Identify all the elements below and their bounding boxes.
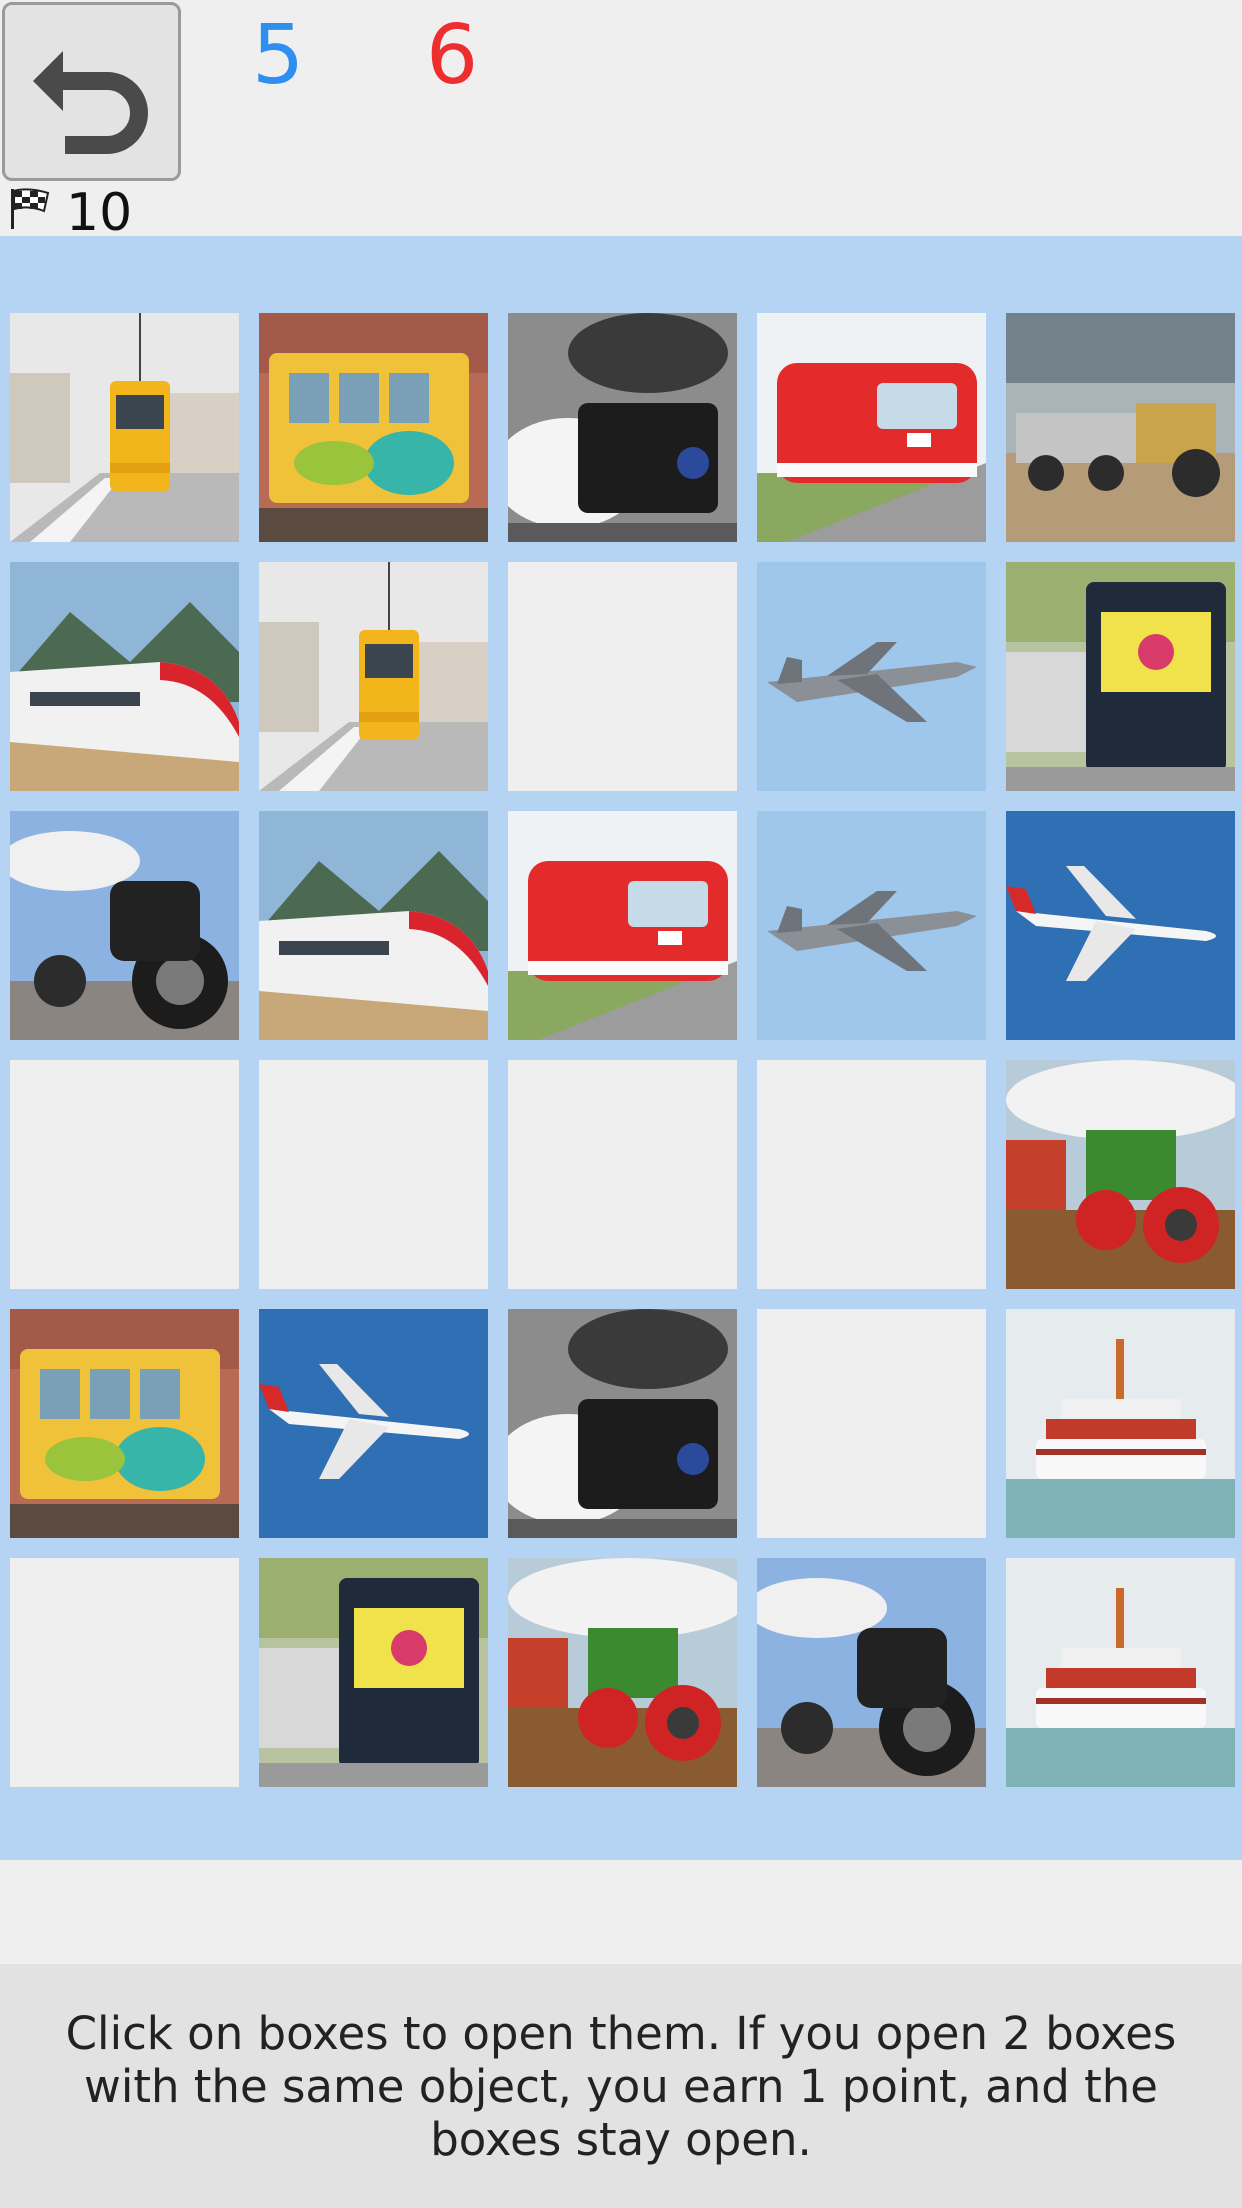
tile-tractor[interactable]	[508, 1558, 737, 1787]
tile-tram-yellow[interactable]	[259, 562, 488, 791]
tile-steam-locomotive[interactable]	[508, 1309, 737, 1538]
tile-airliner[interactable]	[259, 1309, 488, 1538]
tile-diesel-locomotive[interactable]	[259, 1558, 488, 1787]
player-blue-score: 5	[252, 8, 305, 103]
tile-tractor[interactable]	[1006, 1060, 1235, 1289]
tile-tram-yellow[interactable]	[10, 313, 239, 542]
dump-truck-image	[1006, 313, 1235, 542]
tile-closed[interactable]	[757, 1309, 986, 1538]
tile-fighter-jet[interactable]	[757, 562, 986, 791]
tile-red-train[interactable]	[508, 811, 737, 1040]
instructions-text: Click on boxes to open them. If you open…	[65, 2006, 1177, 2166]
top-bar: 5 6 10	[0, 0, 1242, 243]
tram-yellow-image	[259, 562, 488, 791]
bullet-train-image	[10, 562, 239, 791]
tile-closed[interactable]	[10, 1060, 239, 1289]
tile-closed[interactable]	[259, 1060, 488, 1289]
tile-tram-graffiti[interactable]	[259, 313, 488, 542]
airliner-image	[259, 1309, 488, 1538]
tile-closed[interactable]	[757, 1060, 986, 1289]
tile-motorcycle[interactable]	[10, 811, 239, 1040]
game-board	[0, 236, 1242, 1860]
steam-locomotive-image	[508, 313, 737, 542]
instructions-panel: Click on boxes to open them. If you open…	[0, 1964, 1242, 2208]
tile-bullet-train[interactable]	[259, 811, 488, 1040]
tile-dump-truck[interactable]	[1006, 313, 1235, 542]
tile-closed[interactable]	[10, 1558, 239, 1787]
diesel-locomotive-image	[1006, 562, 1235, 791]
tractor-image	[1006, 1060, 1235, 1289]
motorcycle-image	[10, 811, 239, 1040]
fighter-jet-image	[757, 811, 986, 1040]
tile-closed[interactable]	[508, 1060, 737, 1289]
tile-diesel-locomotive[interactable]	[1006, 562, 1235, 791]
tile-red-train[interactable]	[757, 313, 986, 542]
tile-motorcycle[interactable]	[757, 1558, 986, 1787]
tile-airliner[interactable]	[1006, 811, 1235, 1040]
red-train-image	[757, 313, 986, 542]
bullet-train-image	[259, 811, 488, 1040]
diesel-locomotive-image	[259, 1558, 488, 1787]
checkered-flag-icon	[8, 187, 66, 239]
fighter-jet-image	[757, 562, 986, 791]
tile-bullet-train[interactable]	[10, 562, 239, 791]
tile-steam-locomotive[interactable]	[508, 313, 737, 542]
motorcycle-image	[757, 1558, 986, 1787]
moves-counter: 10	[8, 183, 133, 243]
tractor-image	[508, 1558, 737, 1787]
player-red-score: 6	[426, 8, 479, 103]
airliner-image	[1006, 811, 1235, 1040]
moves-count: 10	[66, 183, 133, 243]
tile-ferry-ship[interactable]	[1006, 1309, 1235, 1538]
tram-graffiti-image	[259, 313, 488, 542]
tram-graffiti-image	[10, 1309, 239, 1538]
red-train-image	[508, 811, 737, 1040]
ferry-ship-image	[1006, 1309, 1235, 1538]
tram-yellow-image	[10, 313, 239, 542]
ferry-ship-image	[1006, 1558, 1235, 1787]
tile-closed[interactable]	[508, 562, 737, 791]
undo-button[interactable]	[2, 2, 181, 181]
tile-ferry-ship[interactable]	[1006, 1558, 1235, 1787]
steam-locomotive-image	[508, 1309, 737, 1538]
tile-tram-graffiti[interactable]	[10, 1309, 239, 1538]
tile-fighter-jet[interactable]	[757, 811, 986, 1040]
